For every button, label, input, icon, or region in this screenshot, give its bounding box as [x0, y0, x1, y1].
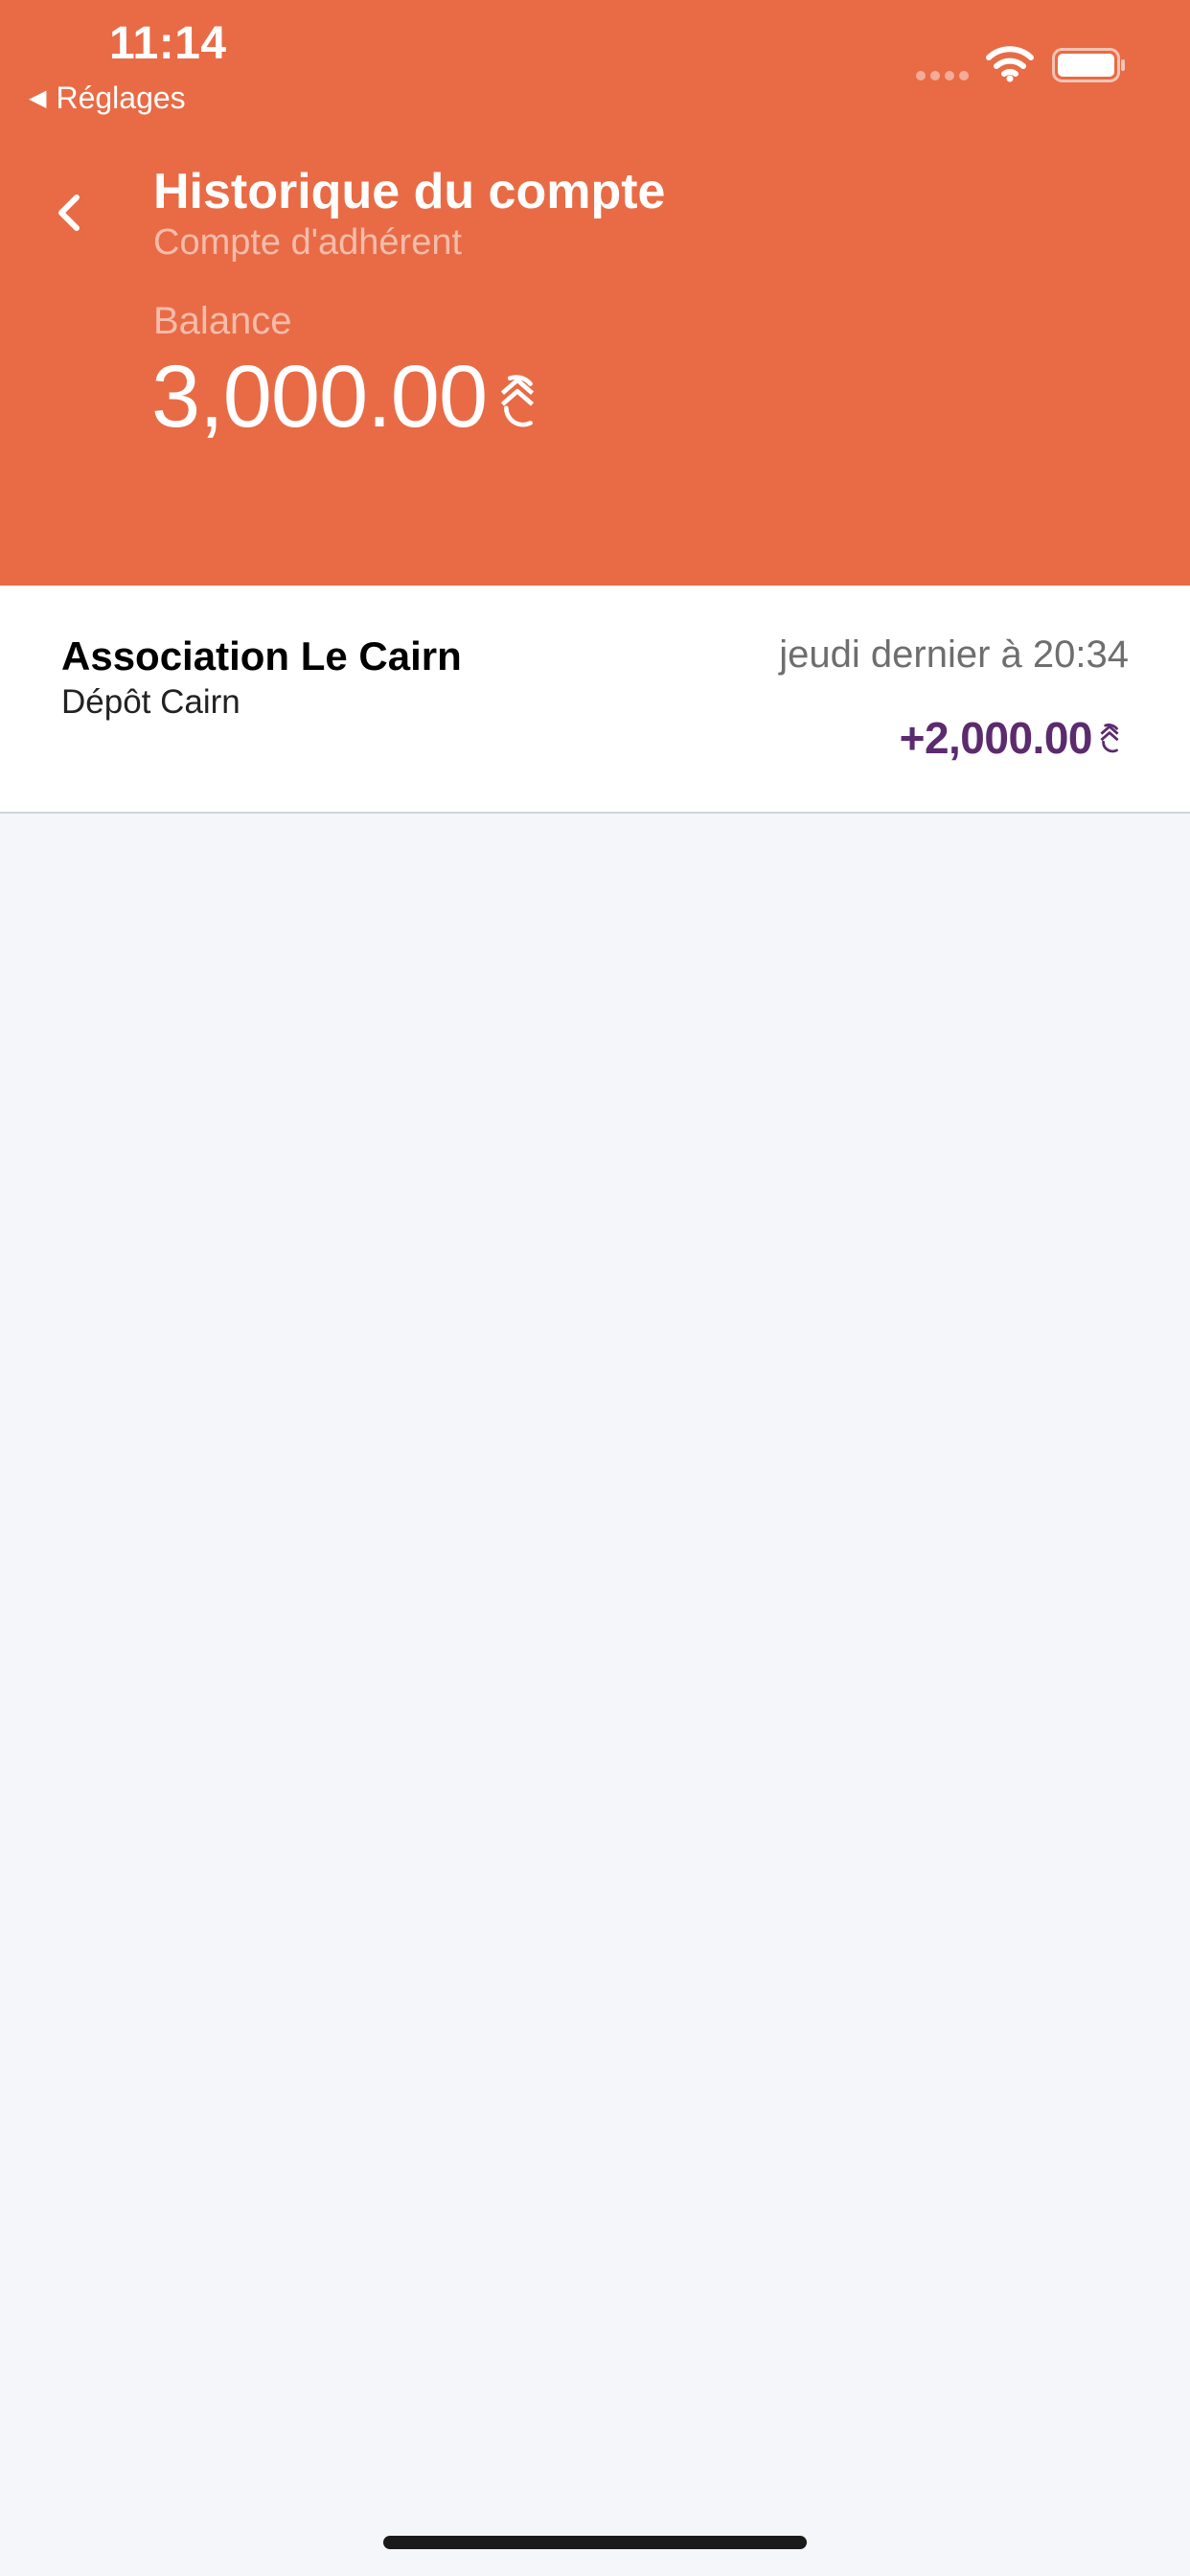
transaction-amount-display: +2,000.00	[900, 712, 1123, 764]
status-time: 11:14	[109, 18, 227, 69]
balance-display: 3,000.00	[151, 353, 542, 441]
signal-dots-icon	[916, 71, 969, 80]
page-title: Historique du compte	[153, 164, 666, 219]
cairn-currency-icon	[1100, 724, 1119, 753]
transaction-amount: +2,000.00	[899, 713, 1093, 763]
transaction-row[interactable]: Association Le Cairn Dépôt Cairn jeudi d…	[0, 586, 1190, 814]
home-indicator[interactable]	[383, 2536, 807, 2549]
back-chevron-icon[interactable]	[54, 192, 86, 234]
transaction-date: jeudi dernier à 20:34	[779, 633, 1129, 676]
back-triangle-icon: ◀	[29, 85, 47, 111]
cairn-currency-icon	[501, 375, 535, 427]
wifi-icon	[986, 46, 1034, 82]
page-subtitle: Compte d'adhérent	[153, 222, 463, 263]
transaction-name: Association Le Cairn	[61, 633, 462, 678]
battery-icon	[1052, 48, 1125, 82]
balance-value: 3,000.00	[151, 348, 488, 446]
return-to-settings-link[interactable]: ◀ Réglages	[29, 80, 186, 116]
return-to-settings-label: Réglages	[56, 80, 186, 115]
transaction-description: Dépôt Cairn	[61, 683, 240, 721]
account-header: 11:14 ◀ Réglages Historique du compte Co…	[0, 0, 1190, 586]
balance-label: Balance	[153, 300, 292, 342]
